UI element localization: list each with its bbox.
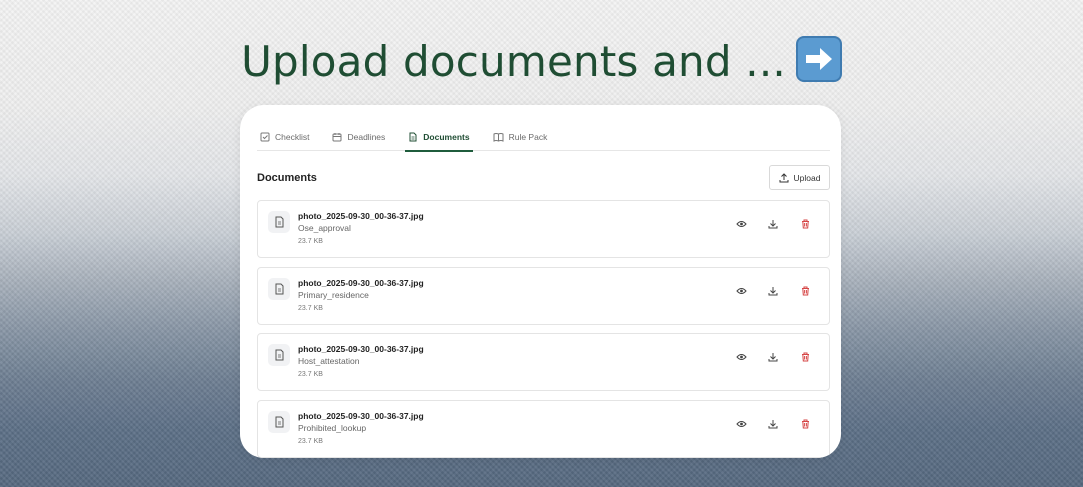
document-size: 23.7 KB (298, 238, 323, 245)
tab-bar: Checklist Deadlines Documents Rule Pack (257, 122, 830, 152)
document-filename: photo_2025-09-30_00-36-37.jpg (298, 211, 424, 221)
document-size: 23.7 KB (298, 305, 323, 312)
book-icon (493, 132, 504, 142)
delete-icon[interactable] (798, 417, 812, 431)
tab-documents[interactable]: Documents (405, 122, 473, 152)
view-icon[interactable] (734, 284, 748, 298)
document-tag: Host_attestation (298, 356, 360, 366)
checkbox-icon (260, 132, 270, 141)
delete-icon[interactable] (798, 217, 812, 231)
download-icon[interactable] (766, 217, 780, 231)
document-filename: photo_2025-09-30_00-36-37.jpg (298, 278, 424, 288)
document-tag: Ose_approval (298, 223, 351, 233)
tab-label: Rule Pack (508, 131, 548, 142)
download-icon[interactable] (766, 350, 780, 364)
documents-panel: Checklist Deadlines Documents Rule Pack … (240, 105, 841, 458)
file-icon (268, 278, 290, 300)
tab-label: Documents (423, 131, 470, 142)
document-filename: photo_2025-09-30_00-36-37.jpg (298, 344, 424, 354)
right-arrow-icon (795, 36, 842, 82)
tab-deadlines[interactable]: Deadlines (329, 122, 388, 151)
document-row: photo_2025-09-30_00-36-37.jpg Ose_approv… (257, 200, 830, 258)
file-icon (268, 211, 290, 233)
delete-icon[interactable] (798, 284, 812, 298)
document-filename: photo_2025-09-30_00-36-37.jpg (298, 411, 424, 421)
document-row: photo_2025-09-30_00-36-37.jpg Prohibited… (257, 400, 830, 458)
upload-icon (779, 172, 789, 182)
download-icon[interactable] (766, 284, 780, 298)
calendar-icon (332, 132, 342, 141)
document-size: 23.7 KB (298, 371, 323, 378)
document-icon (409, 132, 417, 141)
headline: Upload documents and ... (0, 36, 1083, 86)
download-icon[interactable] (766, 417, 780, 431)
document-row: photo_2025-09-30_00-36-37.jpg Primary_re… (257, 267, 830, 325)
document-row: photo_2025-09-30_00-36-37.jpg Host_attes… (257, 333, 830, 391)
tab-label: Deadlines (347, 131, 386, 142)
tab-label: Checklist (275, 131, 310, 142)
tab-rule-pack[interactable]: Rule Pack (490, 122, 551, 151)
document-tag: Primary_residence (298, 290, 369, 300)
document-tag: Prohibited_lookup (298, 423, 367, 433)
view-icon[interactable] (734, 417, 748, 431)
upload-button[interactable]: Upload (769, 165, 830, 190)
section-title: Documents (257, 172, 317, 184)
view-icon[interactable] (734, 350, 748, 364)
headline-text: Upload documents and ... (241, 37, 786, 86)
view-icon[interactable] (734, 217, 748, 231)
delete-icon[interactable] (798, 350, 812, 364)
file-icon (268, 344, 290, 366)
tab-checklist[interactable]: Checklist (257, 122, 312, 151)
file-icon (268, 411, 290, 433)
document-size: 23.7 KB (298, 438, 323, 445)
upload-label: Upload (793, 172, 821, 183)
